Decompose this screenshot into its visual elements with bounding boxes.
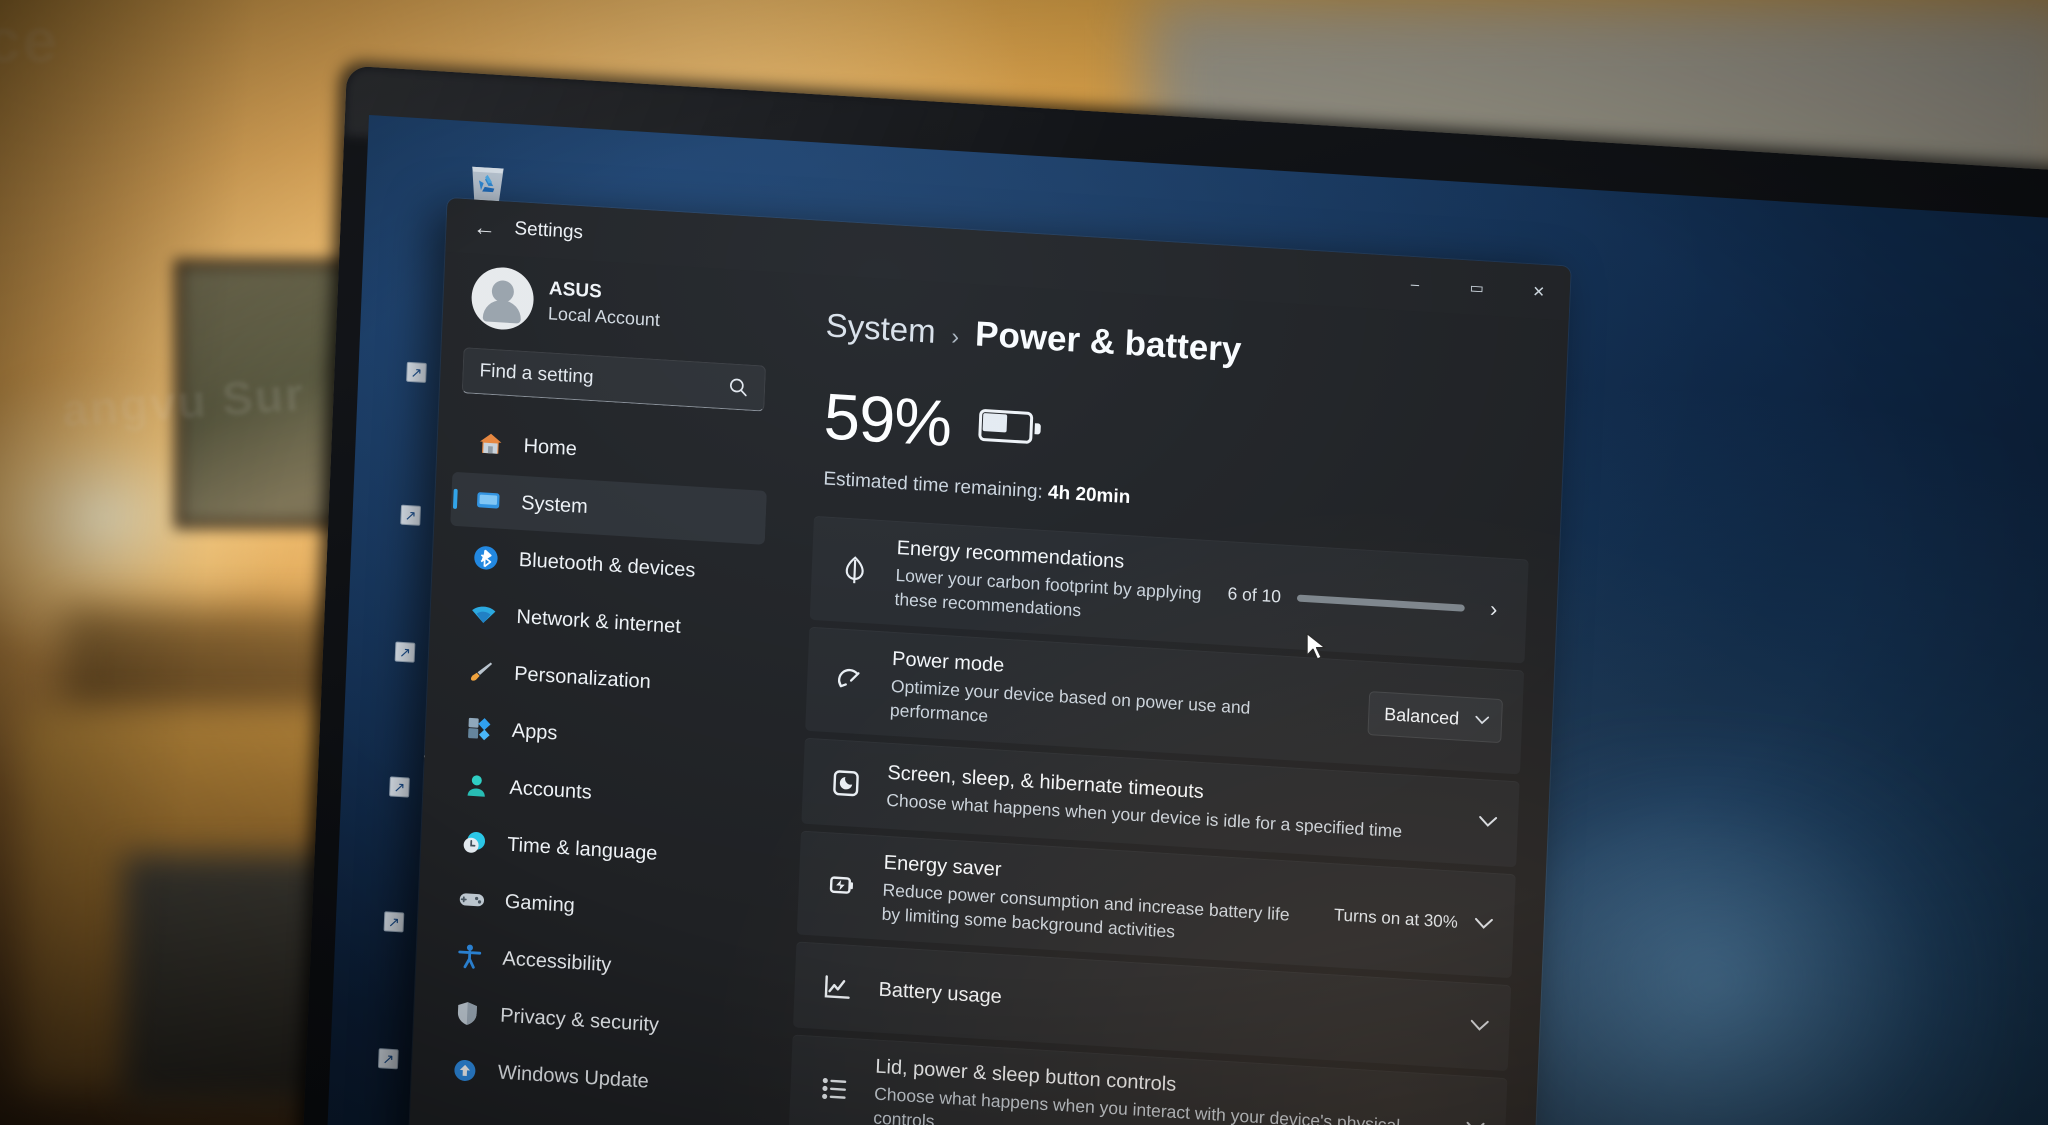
estimate-value: 4h 20min [1047,482,1131,509]
sidebar-item-label: Personalization [513,662,652,693]
page-title: Power & battery [974,314,1243,370]
expand-chevron-down-icon[interactable] [1465,1120,1486,1125]
paintbrush-icon [466,656,497,688]
expand-chevron-down-icon[interactable] [1473,916,1494,933]
sidebar-item-label: Privacy & security [499,1004,660,1036]
screenshot-root: ce angvu Sur [0,0,2048,1125]
expand-chevron-down-icon[interactable] [1478,814,1499,831]
lid-controls-icon [814,1071,853,1107]
battery-usage-icon [818,969,857,1005]
power-mode-icon [831,663,870,699]
mouse-cursor [1305,632,1331,666]
window-body: ASUS Local Account Find a setting Home S… [405,252,1569,1125]
sidebar-item-label: Windows Update [497,1060,650,1093]
card-title: Battery usage [878,978,1003,1009]
settings-card-list: Energy recommendations Lower your carbon… [788,515,1529,1125]
system-icon [473,485,504,517]
recommendations-progress [1296,593,1465,612]
chevron-right-icon[interactable]: › [1480,596,1507,621]
breadcrumb: System › Power & battery [825,305,1537,388]
leaf-icon [835,552,874,588]
screen-sleep-icon [826,765,865,801]
recommendations-count: 6 of 10 [1227,582,1282,606]
estimate-label: Estimated time remaining: [823,468,1044,503]
sidebar-nav: Home System Bluetooth & devices Network … [419,415,769,1125]
shortcut-overlay-icon: ↗ [389,776,410,798]
sidebar-item-label: Home [523,434,578,460]
close-button[interactable]: ✕ [1507,263,1571,321]
card-right-region [1469,1018,1490,1035]
laptop-screen: Recycle ↗ Micros Edg [325,115,2048,1125]
shortcut-overlay-icon: ↗ [383,911,405,933]
shortcut-overlay-icon: ↗ [377,1048,399,1070]
gamepad-icon [456,884,487,916]
chevron-down-icon [1475,712,1490,729]
avatar [470,265,535,332]
battery-percent: 59% [822,379,953,461]
sidebar-item-label: Time & language [506,833,658,865]
window-title: Settings [514,218,584,244]
energy-saver-icon [822,867,861,903]
shield-icon [452,998,483,1030]
bluetooth-icon [470,542,501,574]
card-right-region [1478,814,1499,831]
breadcrumb-separator-icon: › [950,322,960,350]
home-icon [475,428,506,460]
sidebar-item-label: Gaming [504,890,576,917]
expand-chevron-down-icon[interactable] [1469,1018,1490,1035]
settings-window: ← Settings – ▭ ✕ ASUS Local Account Find… [405,197,1571,1125]
watermark-top: ce [0,7,59,76]
main-content: System › Power & battery 59% Estimated t… [749,273,1568,1125]
card-right-region [1465,1120,1486,1125]
clock-icon [459,827,490,859]
card-right-region: Turns on at 30% [1333,905,1494,935]
sidebar-item-label: Bluetooth & devices [518,548,696,582]
sidebar-item-label: Network & internet [516,605,682,638]
shortcut-overlay-icon: ↗ [394,641,416,663]
laptop: Recycle ↗ Micros Edg [301,65,2048,1125]
search-icon [728,376,749,397]
window-controls: – ▭ ✕ [1383,255,1571,320]
wifi-icon [468,599,499,631]
apps-icon [463,713,494,745]
back-button[interactable]: ← [462,209,507,246]
card-right-region: Balanced [1367,691,1504,744]
accounts-icon [461,770,492,802]
sidebar: ASUS Local Account Find a setting Home S… [405,252,790,1125]
maximize-button[interactable]: ▭ [1445,259,1509,317]
search-input[interactable] [463,359,769,400]
update-icon [449,1055,480,1087]
shortcut-overlay-icon: ↗ [400,504,422,526]
battery-half-icon [978,408,1042,446]
power-mode-value: Balanced [1383,703,1460,729]
energy-saver-status: Turns on at 30% [1333,905,1459,932]
sidebar-item-label: System [520,491,589,518]
sidebar-item-label: Apps [511,719,558,745]
sidebar-item-label: Accessibility [502,947,612,976]
accessibility-icon [454,941,485,973]
sidebar-item-label: Accounts [509,776,593,804]
minimize-button[interactable]: – [1383,255,1447,313]
power-mode-dropdown[interactable]: Balanced [1367,691,1504,744]
breadcrumb-parent[interactable]: System [825,306,936,351]
card-right-region: 6 of 10 › [1227,582,1507,622]
